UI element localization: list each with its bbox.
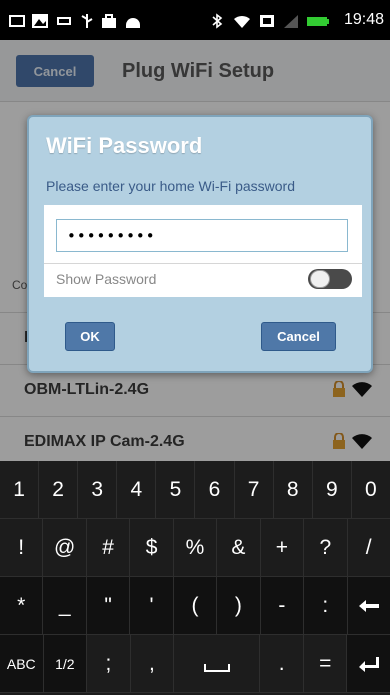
key-6[interactable]: 6 bbox=[195, 461, 235, 519]
password-input[interactable] bbox=[56, 219, 348, 252]
key-open-paren[interactable]: ( bbox=[173, 577, 218, 635]
usb-icon bbox=[57, 17, 71, 25]
wifi-icon bbox=[234, 15, 250, 28]
show-password-toggle[interactable] bbox=[308, 269, 352, 289]
gallery-icon bbox=[9, 15, 25, 27]
usb-debug-icon bbox=[81, 14, 93, 28]
key-exclamation[interactable]: ! bbox=[0, 519, 44, 577]
key-asterisk[interactable]: * bbox=[0, 577, 44, 635]
enter-key[interactable] bbox=[347, 635, 390, 693]
key-dollar[interactable]: $ bbox=[130, 519, 174, 577]
key-at[interactable]: @ bbox=[43, 519, 87, 577]
key-abc[interactable]: ABC bbox=[0, 635, 44, 693]
key-0[interactable]: 0 bbox=[351, 461, 390, 519]
key-4[interactable]: 4 bbox=[117, 461, 157, 519]
dialog-subtitle: Please enter your home Wi-Fi password bbox=[46, 178, 295, 194]
backspace-icon bbox=[358, 599, 379, 612]
show-password-label: Show Password bbox=[56, 271, 157, 287]
dialog-title: WiFi Password bbox=[46, 133, 203, 158]
clock: 19:48 bbox=[343, 11, 384, 28]
key-percent[interactable]: % bbox=[173, 519, 218, 577]
key-1[interactable]: 1 bbox=[0, 461, 40, 519]
ok-button[interactable]: OK bbox=[65, 322, 115, 351]
key-hyphen[interactable]: - bbox=[260, 577, 305, 635]
key-comma[interactable]: , bbox=[130, 635, 175, 693]
key-semicolon[interactable]: ; bbox=[87, 635, 131, 693]
backspace-key[interactable] bbox=[347, 577, 390, 635]
signal-icon bbox=[284, 15, 298, 28]
photo-icon bbox=[32, 14, 48, 28]
key-2[interactable]: 2 bbox=[39, 461, 79, 519]
keyboard-row-bottom: ABC 1/2 ; , . = bbox=[0, 635, 390, 695]
key-8[interactable]: 8 bbox=[273, 461, 313, 519]
divider bbox=[44, 263, 362, 264]
bag-icon bbox=[102, 14, 116, 28]
android-icon bbox=[126, 18, 140, 28]
key-page-toggle[interactable]: 1/2 bbox=[43, 635, 88, 693]
bluetooth-icon bbox=[212, 13, 223, 29]
dialog-panel: Show Password bbox=[44, 205, 362, 297]
key-5[interactable]: 5 bbox=[156, 461, 196, 519]
key-double-quote[interactable]: " bbox=[86, 577, 131, 635]
space-key[interactable] bbox=[174, 635, 261, 693]
key-period[interactable]: . bbox=[260, 635, 304, 693]
enter-icon bbox=[358, 656, 379, 672]
space-icon bbox=[203, 663, 230, 672]
key-9[interactable]: 9 bbox=[312, 461, 352, 519]
cancel-button[interactable]: Cancel bbox=[261, 322, 336, 351]
key-colon[interactable]: : bbox=[304, 577, 348, 635]
status-bar: 19:48 bbox=[0, 0, 390, 40]
nfc-icon bbox=[260, 15, 274, 27]
key-close-paren[interactable]: ) bbox=[217, 577, 261, 635]
key-hash[interactable]: # bbox=[86, 519, 131, 577]
key-question[interactable]: ? bbox=[304, 519, 348, 577]
key-ampersand[interactable]: & bbox=[217, 519, 261, 577]
key-7[interactable]: 7 bbox=[234, 461, 274, 519]
keyboard-row-numbers: 1 2 3 4 5 6 7 8 9 0 bbox=[0, 461, 390, 519]
keyboard-row-symbols-1: ! @ # $ % & + ? / bbox=[0, 519, 390, 577]
keyboard-row-symbols-2: * _ " ' ( ) - : bbox=[0, 577, 390, 635]
key-underscore[interactable]: _ bbox=[43, 577, 87, 635]
key-single-quote[interactable]: ' bbox=[130, 577, 174, 635]
key-equals[interactable]: = bbox=[303, 635, 348, 693]
key-slash[interactable]: / bbox=[347, 519, 390, 577]
key-plus[interactable]: + bbox=[260, 519, 305, 577]
wifi-password-dialog: WiFi Password Please enter your home Wi-… bbox=[27, 115, 373, 373]
key-3[interactable]: 3 bbox=[78, 461, 118, 519]
keyboard: 1 2 3 4 5 6 7 8 9 0 ! @ # $ % & + ? / * … bbox=[0, 461, 390, 695]
battery-icon bbox=[307, 17, 329, 26]
toggle-knob bbox=[310, 270, 330, 288]
